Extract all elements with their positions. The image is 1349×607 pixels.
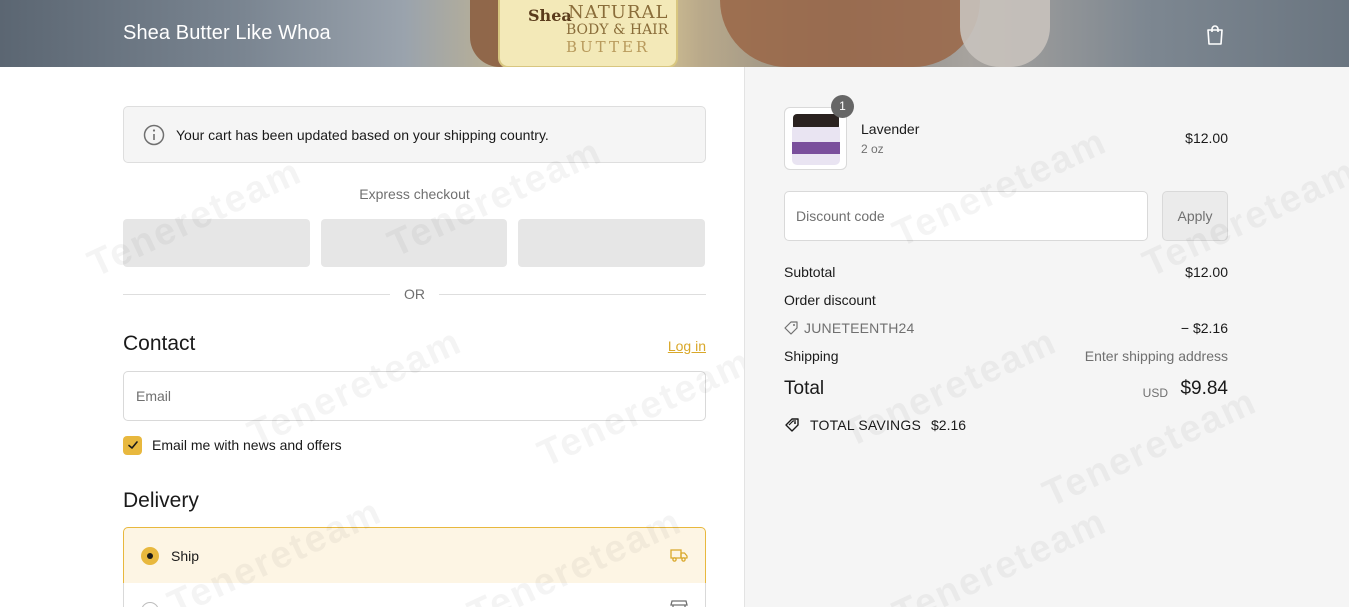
delivery-title: Delivery bbox=[123, 489, 199, 512]
marketing-opt-in[interactable]: Email me with news and offers bbox=[123, 435, 342, 455]
total-currency: USD bbox=[1142, 386, 1168, 400]
or-text: OR bbox=[404, 286, 425, 302]
shipping-value: Enter shipping address bbox=[1084, 348, 1228, 364]
delivery-option-pickup[interactable] bbox=[123, 583, 706, 607]
or-divider: OR bbox=[123, 285, 706, 305]
watermark: Tenereteam bbox=[887, 500, 1114, 607]
store-icon bbox=[670, 600, 688, 607]
watermark: Tenereteam bbox=[837, 320, 1064, 456]
shopping-bag-icon[interactable] bbox=[1205, 24, 1225, 46]
express-checkout-button[interactable] bbox=[321, 219, 507, 267]
product-variant: 2 oz bbox=[861, 142, 884, 156]
banner-arm bbox=[720, 0, 980, 67]
product-price: $12.00 bbox=[1185, 130, 1228, 146]
express-checkout-label: Express checkout bbox=[359, 186, 470, 202]
checkout-form: Your cart has been updated based on your… bbox=[0, 67, 758, 607]
divider-line bbox=[123, 294, 390, 295]
marketing-checkbox-label: Email me with news and offers bbox=[152, 437, 342, 453]
cart-updated-notice: Your cart has been updated based on your… bbox=[123, 106, 706, 163]
shipping-label: Shipping bbox=[784, 348, 839, 364]
pickup-radio[interactable] bbox=[141, 602, 159, 607]
divider-line bbox=[439, 294, 706, 295]
truck-icon bbox=[670, 549, 688, 562]
ship-radio[interactable] bbox=[141, 546, 159, 565]
discount-code-field[interactable] bbox=[784, 191, 1148, 241]
banner-jar-text: BODY & HAIR bbox=[566, 22, 669, 38]
delivery-option-ship[interactable]: Ship bbox=[123, 527, 706, 584]
savings-tag-icon bbox=[785, 418, 799, 432]
marketing-checkbox[interactable] bbox=[123, 435, 142, 455]
banner-jar-text: NATURAL bbox=[568, 2, 669, 23]
subtotal-value: $12.00 bbox=[1185, 264, 1228, 280]
total-savings-label: TOTAL SAVINGS bbox=[810, 417, 921, 433]
watermark: Tenereteam bbox=[1037, 380, 1264, 516]
banner-jar-text: BUTTER bbox=[566, 38, 651, 56]
total-label: Total bbox=[784, 378, 825, 399]
total-savings-row: TOTAL SAVINGS $2.16 bbox=[784, 417, 966, 433]
header-banner: Shea NATURAL BODY & HAIR BUTTER Shea But… bbox=[0, 0, 1349, 67]
discount-code-row: JUNETEENTH24 bbox=[784, 320, 915, 336]
notice-text: Your cart has been updated based on your… bbox=[176, 126, 549, 143]
contact-title: Contact bbox=[123, 332, 196, 355]
order-discount-label: Order discount bbox=[784, 292, 876, 308]
express-checkout-button[interactable] bbox=[123, 219, 310, 267]
order-summary: 1 Lavender 2 oz $12.00 Apply Subtotal $1… bbox=[744, 67, 1349, 607]
total-savings-value: $2.16 bbox=[931, 417, 967, 433]
subtotal-label: Subtotal bbox=[784, 264, 836, 280]
express-checkout-button[interactable] bbox=[518, 219, 705, 267]
tag-icon bbox=[784, 321, 798, 335]
banner-bracelet bbox=[960, 0, 1050, 67]
checkmark-icon bbox=[127, 441, 138, 449]
login-link[interactable]: Log in bbox=[640, 338, 706, 354]
discount-value: − $2.16 bbox=[1180, 320, 1228, 336]
total-value: $9.84 bbox=[1180, 378, 1228, 399]
discount-code: JUNETEENTH24 bbox=[804, 320, 915, 336]
ship-label: Ship bbox=[171, 547, 200, 564]
apply-discount-button[interactable]: Apply bbox=[1162, 191, 1228, 241]
quantity-badge: 1 bbox=[831, 95, 854, 118]
email-field[interactable] bbox=[123, 371, 706, 421]
product-name: Lavender bbox=[861, 121, 920, 137]
info-icon bbox=[143, 124, 165, 145]
store-name[interactable]: Shea Butter Like Whoa bbox=[123, 22, 331, 45]
